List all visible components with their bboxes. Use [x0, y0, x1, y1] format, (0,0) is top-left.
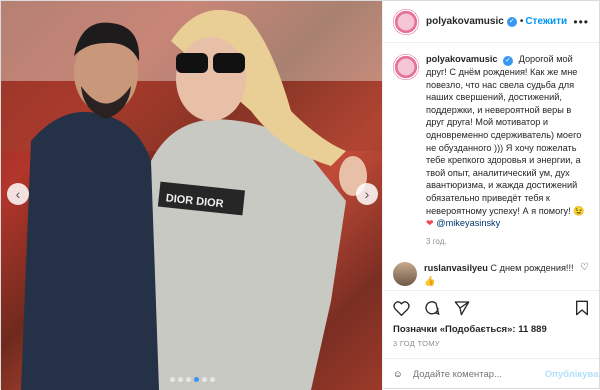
save-bookmark-icon[interactable]: [575, 300, 589, 316]
post-time: 3 ГОД ТОМУ: [393, 339, 440, 348]
carousel-dot: [178, 377, 183, 382]
like-heart-icon[interactable]: [393, 300, 410, 316]
comment-body: ruslanvasilyeu С днем рождения!!! 👍: [424, 262, 574, 287]
carousel-dot: [186, 377, 191, 382]
sunglasses-left: [176, 53, 208, 73]
sunglasses-right: [213, 53, 245, 73]
comment-bubble-icon[interactable]: [424, 300, 440, 316]
publish-button[interactable]: Опублікувати: [545, 369, 600, 380]
verified-badge-icon: ✓: [506, 16, 517, 27]
next-photo-button[interactable]: ›: [356, 183, 378, 205]
woman-face: [176, 37, 246, 121]
caption-body: polyakovamusic ✓ Дорогой мой друг! С днё…: [426, 53, 589, 248]
add-comment-bar: ☺ Опублікувати: [383, 358, 600, 390]
action-icons: [393, 297, 589, 319]
comment-text: С днем рождения!!!: [490, 263, 574, 274]
commenter-username[interactable]: ruslanvasilyeu: [424, 263, 488, 273]
verified-badge-icon: ✓: [503, 56, 514, 66]
man-jacket: [21, 111, 166, 390]
post-header: polyakovamusic ✓ • Стежити •••: [383, 1, 599, 43]
author-avatar[interactable]: [393, 8, 419, 35]
caption-time: 3 год.: [426, 236, 447, 246]
instagram-post: DIOR DIOR ‹ › polyakovamusic ✓ • Стежити…: [0, 0, 600, 390]
carousel-dot: [170, 377, 175, 382]
carousel-dot: [202, 377, 207, 382]
caption-message: Дорогой мой друг! С днём рождения! Как ж…: [426, 54, 582, 216]
comment-like-icon[interactable]: ♡: [580, 262, 589, 275]
author-username[interactable]: polyakovamusic: [426, 16, 504, 27]
post-sidebar: polyakovamusic ✓ • Стежити ••• polyakova…: [382, 1, 600, 390]
carousel-indicator: [1, 377, 382, 382]
previous-photo-button[interactable]: ‹: [7, 183, 29, 205]
caption: polyakovamusic ✓ Дорогой мой друг! С днё…: [393, 53, 589, 248]
thumbs-up-emoji-icon: 👍: [424, 275, 436, 286]
post-actions: Позначки «Подобається»: 11 889 3 ГОД ТОМ…: [383, 290, 599, 348]
caption-text: polyakovamusic ✓ Дорогой мой друг! С днё…: [426, 53, 589, 230]
post-photo[interactable]: DIOR DIOR ‹ ›: [1, 1, 382, 390]
separator: •: [519, 16, 524, 27]
photo-illustration: DIOR DIOR: [1, 1, 382, 390]
comment-input[interactable]: [412, 369, 545, 380]
comments-section: polyakovamusic ✓ Дорогой мой друг! С днё…: [383, 43, 599, 290]
caption-avatar[interactable]: [393, 54, 419, 80]
wink-emoji-icon: 😉: [573, 205, 585, 216]
emoji-picker-icon[interactable]: ☺: [393, 369, 403, 380]
likes-count[interactable]: Позначки «Подобається»: 11 889: [393, 324, 589, 335]
mention-link[interactable]: @mikeyasinsky: [436, 218, 500, 228]
more-options-icon[interactable]: •••: [573, 15, 589, 29]
follow-button[interactable]: Стежити: [525, 16, 567, 27]
heart-emoji-icon: ❤: [426, 218, 434, 229]
comment-item: ruslanvasilyeu С днем рождения!!! 👍 ♡: [393, 262, 589, 287]
share-icon[interactable]: [454, 300, 470, 316]
commenter-avatar[interactable]: [393, 262, 417, 287]
carousel-dot: [210, 377, 215, 382]
caption-username[interactable]: polyakovamusic: [426, 54, 498, 64]
carousel-dot-active: [194, 377, 199, 382]
